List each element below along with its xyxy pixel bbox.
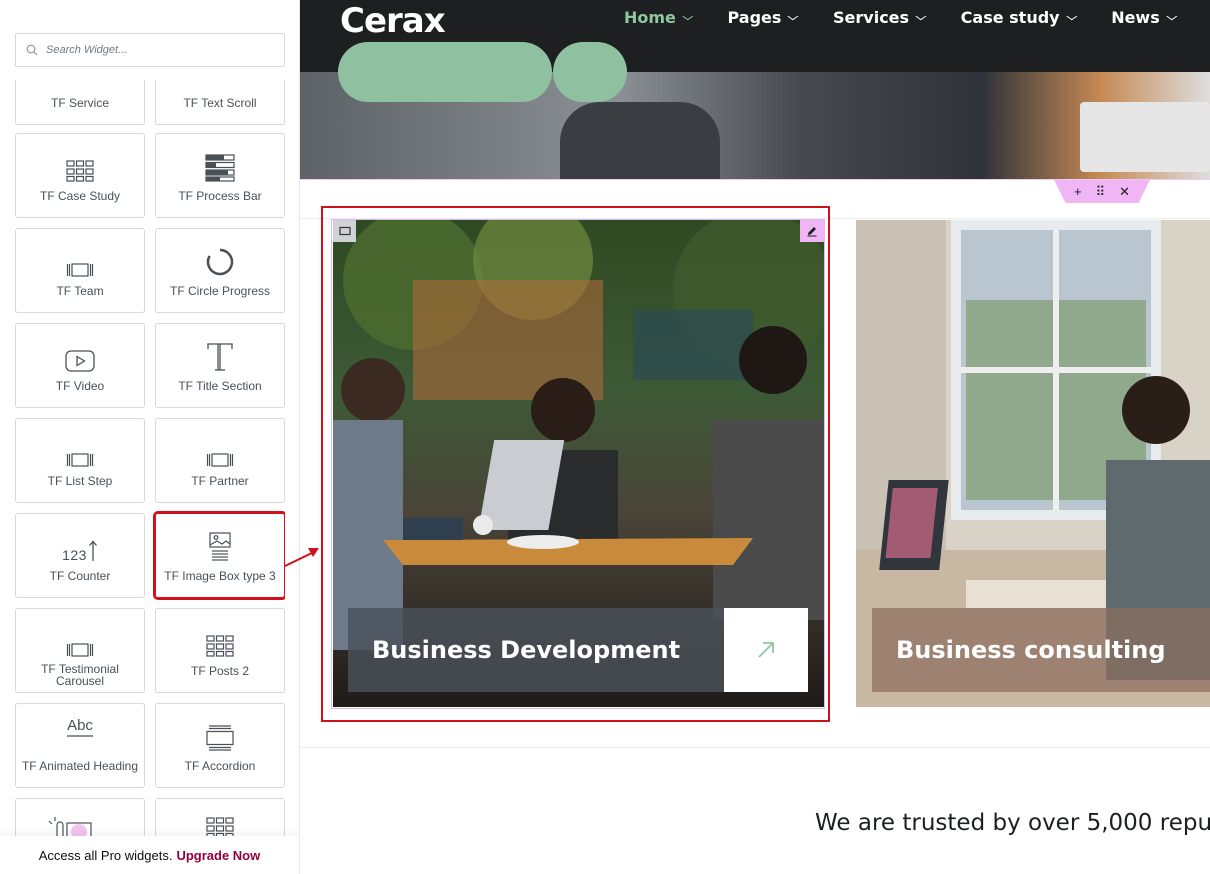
circle-progress-icon — [205, 229, 235, 277]
hotspot-icon — [45, 799, 115, 839]
nav-pages[interactable]: Pages ⌵ — [727, 8, 799, 27]
nav-case-study[interactable]: Case study ⌵ — [960, 8, 1077, 27]
hero-image-strip — [300, 42, 1210, 179]
widget-tf-hotspot[interactable] — [15, 798, 145, 840]
image-box-icon — [208, 514, 232, 562]
widget-label: TF Team — [56, 284, 104, 298]
widget-label: TF Service — [50, 96, 109, 110]
site-preview: Cerax Home ⌵ Pages ⌵ Services ⌵ Case study ⌵… — [300, 0, 1210, 874]
widget-tf-posts-2[interactable]: TF Posts 2 — [155, 608, 285, 693]
nav-services[interactable]: Services ⌵ — [833, 8, 927, 27]
section-border — [300, 179, 1210, 180]
nav-label: Home — [624, 8, 676, 27]
widget-tf-title-section[interactable]: TF Title Section — [155, 323, 285, 408]
section-handle: + ⠿ ✕ — [1054, 180, 1150, 203]
widget-label: TF Testimonial Carousel — [41, 662, 119, 688]
card-title: Business consulting — [896, 636, 1166, 664]
widget-grid: TF Service TF Text Scroll TF Case Study … — [15, 80, 285, 840]
widget-tf-video[interactable]: TF Video — [15, 323, 145, 408]
video-play-icon — [65, 324, 95, 372]
progress-bars-icon — [205, 134, 235, 182]
grid-icon — [206, 799, 234, 839]
carousel-icon — [66, 419, 94, 467]
nav-news[interactable]: News ⌵ — [1111, 8, 1177, 27]
widget-label: TF Text Scroll — [183, 96, 257, 110]
grid-icon — [206, 609, 234, 657]
animated-heading-glyph: Abc — [67, 717, 93, 734]
trusted-heading: We are trusted by over 5,000 repu — [815, 810, 1210, 836]
widget-label: TF Case Study — [39, 189, 121, 203]
nav-label: Pages — [727, 8, 782, 27]
drag-handle-icon[interactable]: ⠿ — [1096, 184, 1106, 200]
nav-label: Services — [833, 8, 910, 27]
widget-tf-text-scroll[interactable]: TF Text Scroll — [155, 80, 285, 125]
nav-label: Case study — [960, 8, 1060, 27]
drag-arrow-icon — [284, 548, 319, 567]
chevron-down-icon: ⌵ — [915, 12, 927, 23]
widget-label: TF Accordion — [184, 759, 256, 773]
widget-label: TF Animated Heading — [21, 759, 139, 773]
carousel-icon — [206, 419, 234, 467]
nav-home[interactable]: Home ⌵ — [624, 8, 694, 27]
widget-tf-process-bar[interactable]: TF Process Bar — [155, 133, 285, 218]
search-widget-input[interactable] — [46, 44, 266, 56]
text-t-icon — [206, 324, 234, 372]
widget-label: TF Title Section — [178, 379, 262, 393]
widget-label: TF Counter — [49, 569, 111, 583]
pro-widgets-promo: Access all Pro widgets. Upgrade Now — [0, 836, 299, 874]
upgrade-now-link[interactable]: Upgrade Now — [176, 848, 260, 863]
accordion-icon — [206, 704, 234, 752]
widget-tf-animated-heading[interactable]: Abc TF Animated Heading — [15, 703, 145, 788]
widget-tf-circle-progress[interactable]: TF Circle Progress — [155, 228, 285, 313]
hero-button[interactable] — [338, 42, 552, 102]
carousel-icon — [66, 609, 94, 657]
widget-tf-image-box-type-3[interactable]: TF Image Box type 3 — [153, 511, 285, 600]
chevron-down-icon: ⌵ — [787, 12, 799, 23]
widget-label: TF List Step — [47, 474, 113, 488]
animated-heading-icon: Abc — [67, 704, 93, 752]
widget-tf-case-study[interactable]: TF Case Study — [15, 133, 145, 218]
chevron-down-icon: ⌵ — [682, 12, 694, 23]
highlight-box — [321, 206, 830, 722]
widget-label: TF Posts 2 — [190, 664, 249, 678]
widget-panel: TF Service TF Text Scroll TF Case Study … — [0, 0, 300, 874]
counter-glyph: 123 — [62, 547, 87, 563]
search-widget-box[interactable] — [15, 33, 285, 67]
widget-tf-partner[interactable]: TF Partner — [155, 418, 285, 503]
chevron-down-icon: ⌵ — [1066, 12, 1077, 23]
hero-books — [1080, 102, 1210, 172]
widget-label: TF Video — [55, 379, 105, 393]
widget-tf-accordion[interactable]: TF Accordion — [155, 703, 285, 788]
counter-icon: 123 — [62, 514, 98, 562]
carousel-icon — [66, 229, 94, 277]
widget-label: TF Circle Progress — [169, 284, 270, 298]
hero-figure — [560, 102, 720, 179]
widget-tf-grid[interactable] — [155, 798, 285, 840]
chevron-down-icon: ⌵ — [1166, 12, 1177, 23]
widget-tf-team[interactable]: TF Team — [15, 228, 145, 313]
widget-tf-testimonial-carousel[interactable]: TF Testimonial Carousel — [15, 608, 145, 693]
widget-label: TF Image Box type 3 — [164, 569, 276, 583]
widget-label: TF Process Bar — [178, 189, 262, 203]
widget-tf-service[interactable]: TF Service — [15, 80, 145, 125]
grid-icon — [66, 134, 94, 182]
search-icon — [26, 44, 38, 56]
card-title-bar: Business consulting — [872, 608, 1210, 692]
promo-text: Access all Pro widgets. — [38, 847, 173, 863]
close-icon[interactable]: ✕ — [1119, 184, 1130, 200]
add-section-icon[interactable]: + — [1074, 184, 1082, 199]
widget-tf-list-step[interactable]: TF List Step — [15, 418, 145, 503]
hero-round-button[interactable] — [553, 42, 627, 102]
main-nav: Home ⌵ Pages ⌵ Services ⌵ Case study ⌵ News ⌵… — [624, 8, 1210, 27]
site-logo[interactable]: Cerax — [340, 1, 446, 41]
image-box-card[interactable]: Business consulting — [856, 220, 1210, 707]
nav-label: News — [1111, 8, 1160, 27]
widget-label: TF Partner — [191, 474, 249, 488]
widget-tf-counter[interactable]: 123 TF Counter — [15, 513, 145, 598]
editor-root: { "panel": { "search_placeholder": "Sear… — [0, 0, 1210, 874]
